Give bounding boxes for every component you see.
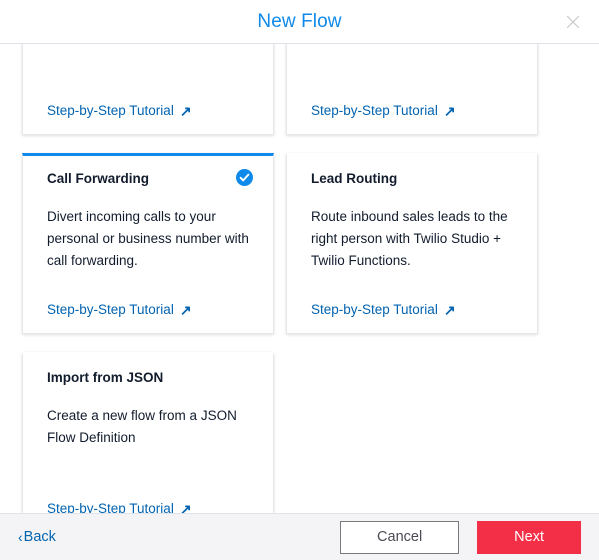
card-description xyxy=(47,44,249,85)
tutorial-link[interactable]: Step-by-Step Tutorial ↗ xyxy=(47,501,249,513)
close-button[interactable] xyxy=(559,8,587,36)
tutorial-link-label: Step-by-Step Tutorial xyxy=(47,302,174,317)
back-button-label: Back xyxy=(23,529,56,545)
card-title: Import from JSON xyxy=(47,370,164,385)
flow-template-card-import-from-json[interactable]: Import from JSON Create a new flow from … xyxy=(22,352,274,513)
cancel-button[interactable]: Cancel xyxy=(340,520,460,554)
close-icon xyxy=(565,14,581,30)
card-description: Create a new flow from a JSON Flow Defin… xyxy=(47,408,237,445)
modal-footer: ‹ Back Cancel Next xyxy=(0,513,599,560)
card-title: Call Forwarding xyxy=(47,171,150,186)
chevron-left-icon: ‹ xyxy=(18,529,23,545)
card-description: personalized message. xyxy=(311,44,513,85)
page-title: New Flow xyxy=(257,10,342,32)
cards-scroller: Step-by-Step Tutorial ↗ personalized mes… xyxy=(22,44,577,513)
footer-actions: Cancel Next xyxy=(340,520,581,554)
back-button[interactable]: ‹ Back xyxy=(18,529,56,545)
flow-template-list[interactable]: Step-by-Step Tutorial ↗ personalized mes… xyxy=(0,44,599,513)
card-description: Route inbound sales leads to the right p… xyxy=(311,209,508,268)
tutorial-link[interactable]: Step-by-Step Tutorial ↗ xyxy=(311,302,513,317)
external-link-arrow-icon: ↗ xyxy=(443,301,456,318)
selected-check-icon xyxy=(236,169,253,186)
card-title: Lead Routing xyxy=(311,171,398,186)
flow-template-card-call-forwarding[interactable]: Call Forwarding Divert incoming calls to… xyxy=(22,153,274,334)
flow-template-card-lead-routing[interactable]: Lead Routing Route inbound sales leads t… xyxy=(286,153,538,334)
modal-header: New Flow xyxy=(0,0,599,44)
new-flow-modal: New Flow Step-by-Step Tutorial ↗ Step-by… xyxy=(0,0,599,560)
external-link-arrow-icon: ↗ xyxy=(179,102,192,119)
external-link-arrow-icon: ↗ xyxy=(179,500,192,514)
flow-template-card[interactable]: Step-by-Step Tutorial ↗ xyxy=(22,44,274,135)
tutorial-link-label: Step-by-Step Tutorial xyxy=(311,302,438,317)
tutorial-link-label: Step-by-Step Tutorial xyxy=(311,103,438,118)
tutorial-link[interactable]: Step-by-Step Tutorial ↗ xyxy=(47,103,249,118)
tutorial-link-label: Step-by-Step Tutorial xyxy=(47,501,174,513)
tutorial-link[interactable]: Step-by-Step Tutorial ↗ xyxy=(47,302,249,317)
external-link-arrow-icon: ↗ xyxy=(179,301,192,318)
card-description: Divert incoming calls to your personal o… xyxy=(47,209,249,268)
next-button[interactable]: Next xyxy=(477,520,581,554)
tutorial-link-label: Step-by-Step Tutorial xyxy=(47,103,174,118)
tutorial-link[interactable]: Step-by-Step Tutorial ↗ xyxy=(311,103,513,118)
flow-template-card[interactable]: personalized message. Step-by-Step Tutor… xyxy=(286,44,538,135)
external-link-arrow-icon: ↗ xyxy=(443,102,456,119)
